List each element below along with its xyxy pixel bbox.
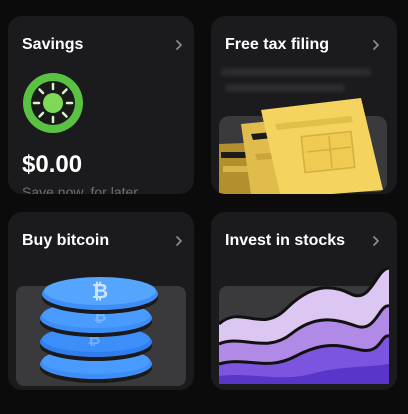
chevron-right-icon — [176, 236, 182, 246]
chevron-right-icon — [373, 40, 379, 50]
bitcoin-coin-stack-illustration: ₿ ₿ ₿ — [16, 277, 186, 386]
stocks-waves-illustration — [217, 266, 390, 384]
buy-bitcoin-title: Buy bitcoin — [22, 232, 110, 249]
chevron-right-icon — [373, 236, 379, 246]
invest-stocks-card[interactable]: Invest in stocks — [211, 212, 397, 390]
savings-wheel-icon — [23, 73, 83, 133]
savings-title: Savings — [22, 36, 84, 53]
savings-card[interactable]: Savings $0.00 Save now, for later — [8, 16, 194, 194]
chevron-right-icon — [176, 40, 182, 50]
buy-bitcoin-card[interactable]: Buy bitcoin ₿ ₿ ₿ — [8, 212, 194, 390]
svg-text:₿: ₿ — [92, 281, 108, 303]
savings-subtitle: Save now, for later — [22, 184, 138, 194]
blurred-text-line — [221, 68, 371, 76]
savings-balance: $0.00 — [22, 151, 83, 178]
tax-filing-title: Free tax filing — [225, 36, 330, 53]
blurred-text-line — [225, 84, 345, 92]
tax-filing-card[interactable]: Free tax filing — [211, 16, 397, 194]
tax-documents-illustration — [219, 98, 387, 194]
invest-stocks-title: Invest in stocks — [225, 232, 346, 249]
